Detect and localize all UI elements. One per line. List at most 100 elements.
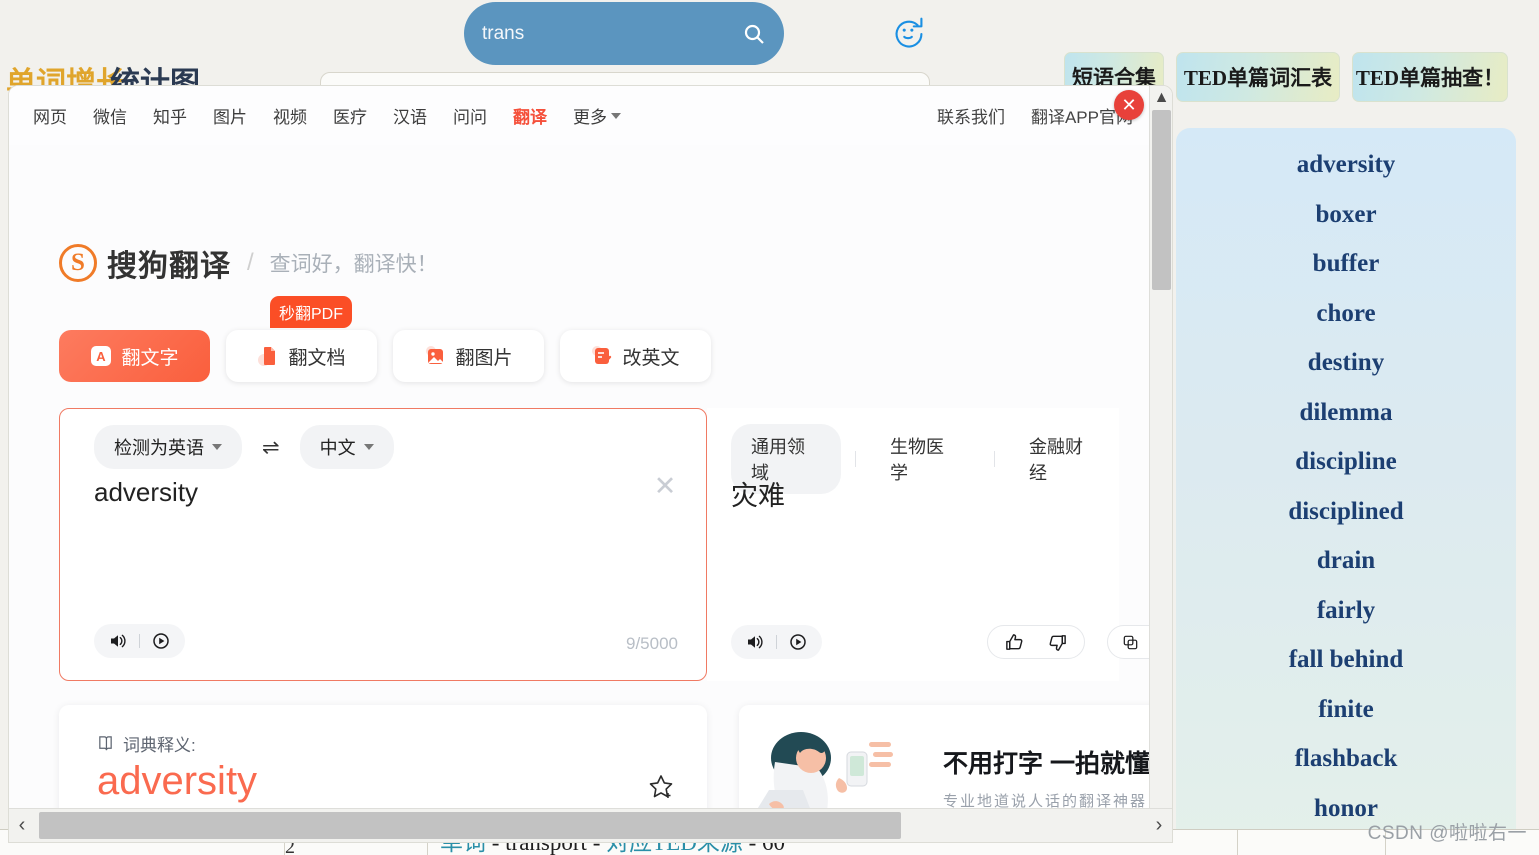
speaker-icon[interactable] bbox=[108, 631, 128, 651]
language-selector-row: 检测为英语 ⇌ 中文 bbox=[94, 425, 394, 469]
vertical-scroll-thumb[interactable] bbox=[1152, 110, 1171, 290]
scroll-left-arrow[interactable]: ‹ bbox=[9, 809, 35, 842]
translated-text: 灾难 bbox=[731, 481, 785, 511]
tab-translate-document[interactable]: 秒翻PDF 翻文档 bbox=[226, 296, 377, 382]
image-icon bbox=[426, 346, 444, 364]
top-search-box[interactable]: trans bbox=[464, 2, 784, 65]
divider bbox=[994, 451, 995, 467]
target-language-label: 中文 bbox=[319, 438, 356, 458]
play-circle-icon[interactable] bbox=[151, 631, 171, 651]
domain-tabs: 通用领域 生物医学 金融财经 bbox=[731, 424, 1119, 494]
scroll-up-arrow[interactable]: ▲ bbox=[1150, 86, 1172, 109]
svg-text:A: A bbox=[97, 349, 107, 364]
scroll-right-arrow[interactable]: › bbox=[1146, 809, 1172, 842]
word-list-item[interactable]: adversity bbox=[1176, 140, 1516, 190]
nav-more-label: 更多 bbox=[573, 108, 607, 127]
word-list-item[interactable]: chore bbox=[1176, 289, 1516, 339]
nav-item-微信[interactable]: 微信 bbox=[93, 103, 127, 128]
popup-horizontal-scrollbar[interactable]: ‹ › bbox=[9, 808, 1172, 842]
nav-item-contact-us[interactable]: 联系我们 bbox=[937, 103, 1005, 128]
book-icon bbox=[99, 736, 112, 751]
word-list-panel: adversity boxer buffer chore destiny dilemma d… bbox=[1176, 128, 1516, 855]
source-text-input[interactable]: adversity bbox=[94, 477, 198, 508]
target-panel: 通用领域 生物医学 金融财经 灾难 bbox=[707, 408, 1172, 681]
popup-navbar: 网页 微信 知乎 图片 视频 医疗 汉语 问问 翻译 更多 联系我们 翻译APP官网 bbox=[9, 86, 1151, 145]
divider bbox=[139, 634, 140, 648]
brand-separator: / bbox=[247, 249, 254, 276]
thumbs-up-icon[interactable] bbox=[1004, 632, 1025, 653]
nav-item-医疗[interactable]: 医疗 bbox=[333, 103, 367, 128]
horizontal-scroll-thumb[interactable] bbox=[39, 812, 901, 839]
star-add-icon[interactable] bbox=[647, 773, 675, 801]
search-icon[interactable] bbox=[742, 22, 766, 46]
source-language-select[interactable]: 检测为英语 bbox=[94, 425, 242, 469]
tab-translate-document-label: 翻文档 bbox=[288, 347, 346, 369]
word-list-item[interactable]: finite bbox=[1176, 685, 1516, 735]
speaker-icon[interactable] bbox=[745, 632, 765, 652]
text-translate-icon: A bbox=[91, 346, 112, 366]
dictionary-header: 词典释义: bbox=[97, 731, 196, 756]
source-language-label: 检测为英语 bbox=[114, 438, 204, 458]
word-list-item[interactable]: boxer bbox=[1176, 190, 1516, 240]
tab-translate-image[interactable]: 翻图片 bbox=[393, 330, 544, 382]
ted-vocabulary-list-label: TED单篇词汇表 bbox=[1183, 66, 1333, 90]
word-list-item[interactable]: flashback bbox=[1176, 734, 1516, 784]
translate-mode-tabs: A 翻文字 秒翻PDF 翻文档 翻图片 改英文 bbox=[59, 296, 711, 382]
watermark: CSDN @啦啦右一 bbox=[1367, 823, 1527, 844]
ad-title: 不用打字 一拍就懂 bbox=[943, 750, 1150, 778]
popup-vertical-scrollbar[interactable]: ▲ ▼ bbox=[1149, 86, 1172, 842]
tab-improve-english[interactable]: 改英文 bbox=[560, 330, 711, 382]
nav-item-translate[interactable]: 翻译 bbox=[513, 103, 547, 128]
nav-item-图片[interactable]: 图片 bbox=[213, 103, 247, 128]
ted-quiz-label: TED单篇抽查！ bbox=[1355, 66, 1505, 90]
word-list-item[interactable]: destiny bbox=[1176, 338, 1516, 388]
nav-item-问问[interactable]: 问问 bbox=[453, 103, 487, 128]
edit-english-icon bbox=[592, 346, 612, 364]
nav-item-知乎[interactable]: 知乎 bbox=[153, 103, 187, 128]
clear-source-icon[interactable]: ✕ bbox=[652, 473, 678, 500]
thumbs-down-icon[interactable] bbox=[1047, 632, 1068, 653]
brand-name: 搜狗翻译 bbox=[107, 250, 231, 283]
screen: 单词增长 统计图 trans 短语合集 TED单篇词汇表 TED单篇抽查！ ad… bbox=[0, 0, 1539, 855]
translation-popup-window: 网页 微信 知乎 图片 视频 医疗 汉语 问问 翻译 更多 联系我们 翻译APP官网 S 搜狗翻译… bbox=[8, 85, 1173, 843]
refresh-smiley-icon[interactable] bbox=[888, 13, 930, 55]
sogou-logo-icon: S bbox=[59, 244, 97, 282]
close-popup-button[interactable]: ✕ bbox=[1114, 90, 1144, 120]
copy-icon bbox=[1123, 635, 1138, 649]
nav-item-网页[interactable]: 网页 bbox=[33, 103, 67, 128]
divider bbox=[776, 635, 777, 649]
document-icon bbox=[258, 347, 276, 366]
nav-item-汉语[interactable]: 汉语 bbox=[393, 103, 427, 128]
tab-translate-text[interactable]: A 翻文字 bbox=[59, 330, 210, 382]
word-list-item[interactable]: discipline bbox=[1176, 437, 1516, 487]
button-ted-quiz[interactable]: TED单篇抽查！ bbox=[1352, 52, 1508, 102]
tab-translate-text-label: 翻文字 bbox=[121, 347, 179, 369]
dictionary-word: adversity bbox=[97, 759, 258, 803]
ad-text: 不用打字 一拍就懂 专业地道说人话的翻译神器 bbox=[943, 744, 1150, 811]
nav-item-more[interactable]: 更多 bbox=[573, 103, 621, 128]
nav-item-视频[interactable]: 视频 bbox=[273, 103, 307, 128]
dictionary-label: 词典释义: bbox=[123, 736, 196, 755]
target-language-select[interactable]: 中文 bbox=[299, 425, 394, 469]
word-list-item[interactable]: disciplined bbox=[1176, 487, 1516, 537]
word-list-item[interactable]: dilemma bbox=[1176, 388, 1516, 438]
domain-tab-biomedical[interactable]: 生物医学 bbox=[870, 424, 980, 494]
target-tools bbox=[731, 625, 822, 659]
word-list-item[interactable]: buffer bbox=[1176, 239, 1516, 289]
domain-tab-finance[interactable]: 金融财经 bbox=[1009, 424, 1119, 494]
word-list-item[interactable]: fairly bbox=[1176, 586, 1516, 636]
translate-panels: 检测为英语 ⇌ 中文 adversity ✕ 9/5000 通用领域 生物医学 … bbox=[59, 408, 1172, 681]
source-tools bbox=[94, 624, 185, 658]
word-list-item[interactable]: fall behind bbox=[1176, 635, 1516, 685]
button-ted-vocabulary-list[interactable]: TED单篇词汇表 bbox=[1176, 52, 1340, 102]
brand-row: S 搜狗翻译 / 查词好，翻译快！ bbox=[59, 241, 438, 285]
word-list-item[interactable]: drain bbox=[1176, 536, 1516, 586]
character-counter: 9/5000 bbox=[626, 634, 678, 653]
tab-improve-english-label: 改英文 bbox=[622, 347, 680, 369]
tab-translate-image-label: 翻图片 bbox=[455, 347, 513, 369]
swap-languages-icon[interactable]: ⇌ bbox=[262, 435, 280, 460]
badge-instant-pdf: 秒翻PDF bbox=[270, 296, 353, 328]
play-circle-icon[interactable] bbox=[788, 632, 808, 652]
brand-tagline: 查词好，翻译快！ bbox=[269, 253, 438, 276]
source-panel: 检测为英语 ⇌ 中文 adversity ✕ 9/5000 bbox=[59, 408, 707, 681]
